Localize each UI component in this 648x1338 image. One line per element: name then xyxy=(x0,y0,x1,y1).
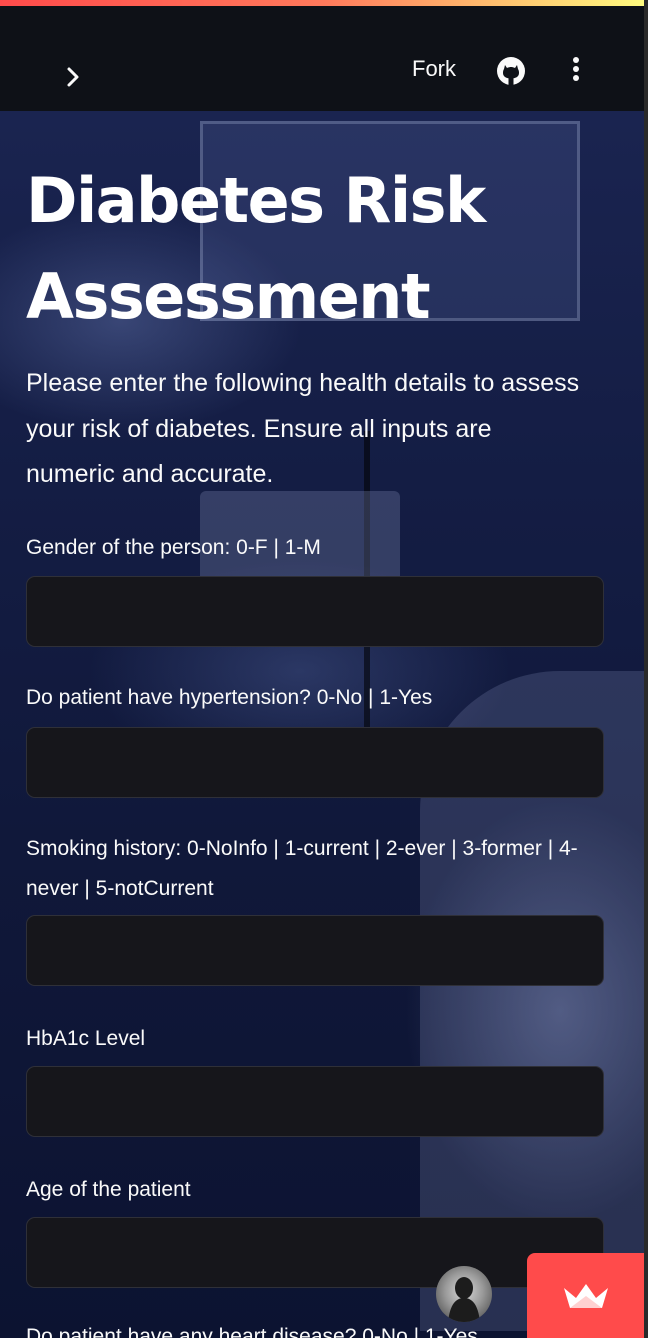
hba1c-input[interactable] xyxy=(26,1066,604,1137)
fork-button[interactable]: Fork xyxy=(412,54,456,84)
expand-sidebar-button[interactable] xyxy=(56,60,90,94)
age-input[interactable] xyxy=(26,1217,604,1288)
hypertension-label: Do patient have hypertension? 0-No | 1-Y… xyxy=(26,686,433,709)
github-button[interactable] xyxy=(494,54,528,88)
age-label: Age of the patient xyxy=(26,1178,191,1201)
top-decoration-stripe xyxy=(0,0,648,6)
hypertension-input[interactable] xyxy=(26,727,604,798)
page-title: Diabetes Risk Assessment xyxy=(26,164,486,333)
smoking-history-label: Smoking history: 0-NoInfo | 1-current | … xyxy=(26,837,578,900)
kebab-menu-icon xyxy=(573,57,579,81)
main-menu-button[interactable] xyxy=(562,54,590,88)
intro-text: Please enter the following health detail… xyxy=(26,369,580,488)
streamlit-crown-icon xyxy=(563,1283,608,1308)
avatar-figure-icon xyxy=(448,1277,480,1322)
creator-avatar[interactable] xyxy=(436,1266,492,1322)
github-icon xyxy=(497,57,525,85)
gender-input[interactable] xyxy=(26,576,604,647)
chevron-right-icon xyxy=(67,67,79,87)
hba1c-label: HbA1c Level xyxy=(26,1027,146,1050)
app-header: Fork xyxy=(0,6,648,111)
window-right-edge xyxy=(644,0,648,1338)
heart-disease-label: Do patient have any heart disease? 0-No … xyxy=(26,1325,478,1338)
streamlit-badge[interactable] xyxy=(527,1253,644,1338)
smoking-history-input[interactable] xyxy=(26,915,604,986)
gender-label: Gender of the person: 0-F | 1-M xyxy=(26,536,321,559)
